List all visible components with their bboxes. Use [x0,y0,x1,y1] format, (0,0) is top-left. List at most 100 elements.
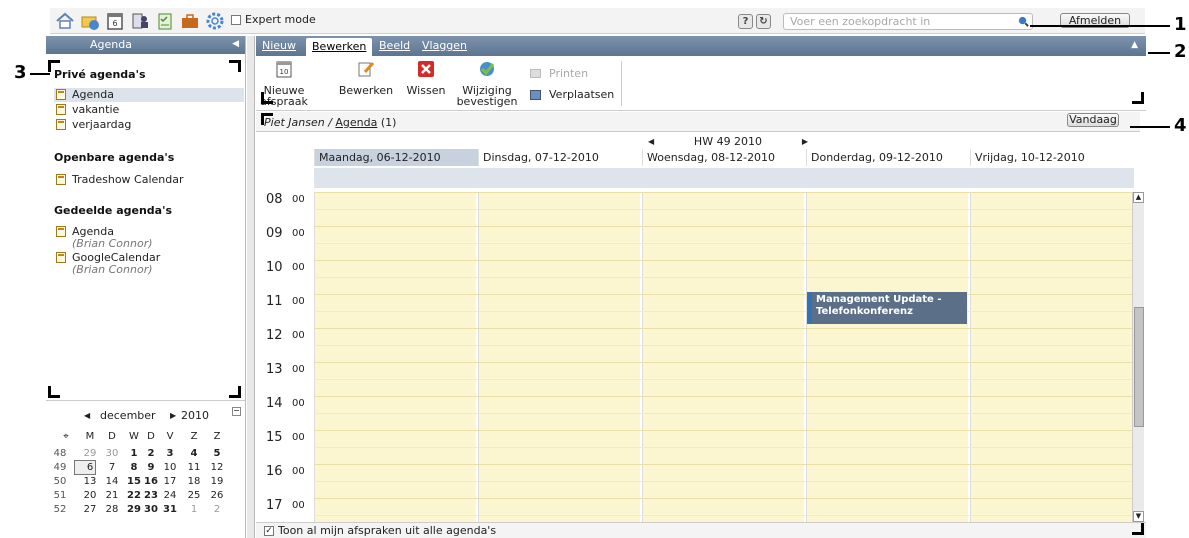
mini-year-label[interactable]: 2010 [181,409,209,422]
mini-day-cell[interactable]: 30 [104,448,120,459]
mini-day-cell[interactable]: 4 [186,448,202,459]
mini-day-cell[interactable]: 10 [162,462,178,473]
settings-icon[interactable] [204,10,226,32]
calendar-icon[interactable]: 6 [104,10,126,32]
select-week-icon[interactable]: ⌖ [58,431,74,442]
show-all-checkbox[interactable]: ✓ [264,526,274,536]
mini-day-cell[interactable]: 25 [186,490,202,501]
calendar-item-verjaardag[interactable]: verjaardag [54,118,244,132]
mini-day-cell[interactable]: 23 [143,490,159,501]
mini-day-cell[interactable]: 5 [209,448,225,459]
mini-week-number[interactable]: 52 [52,504,68,515]
day-header-friday[interactable]: Vrijdag, 10-12-2010 [970,149,1134,166]
mini-week-number[interactable]: 51 [52,490,68,501]
move-button[interactable]: Verplaatsen [530,88,614,101]
delete-button[interactable]: Wissen [404,60,448,96]
prev-month-icon[interactable]: ◀ [84,411,90,420]
day-header-monday[interactable]: Maandag, 06-12-2010 [314,149,478,166]
help-button[interactable]: ? [738,14,753,29]
collapse-ribbon-icon[interactable]: ▲ [1131,40,1138,50]
mini-day-cell[interactable]: 24 [162,490,178,501]
grid-scrollbar[interactable]: ▲ ▼ [1132,192,1144,522]
prev-week-icon[interactable]: ◀ [648,137,654,146]
infostore-icon[interactable] [179,10,201,32]
day-header-tuesday[interactable]: Dinsdag, 07-12-2010 [478,149,642,166]
mini-day-cell[interactable]: 31 [162,504,178,515]
mini-day-cell[interactable]: 6 [82,462,98,473]
mini-day-cell[interactable]: 26 [209,490,225,501]
day-column[interactable] [478,192,640,522]
mini-month-label[interactable]: december [100,409,156,422]
mini-day-cell[interactable]: 3 [162,448,178,459]
scroll-down-icon[interactable]: ▼ [1133,511,1144,522]
refresh-button[interactable]: ↻ [756,14,771,29]
calendar-item-shared-google[interactable]: GoogleCalendar (Brian Connor) [54,251,244,275]
all-day-row[interactable] [314,168,1134,188]
bracket-corner [48,386,60,398]
mini-day-cell[interactable]: 22 [126,490,142,501]
mini-day-cell[interactable]: 11 [186,462,202,473]
calendar-item-agenda[interactable]: Agenda [54,88,244,102]
mini-day-cell[interactable]: 2 [143,448,159,459]
tab-nieuw[interactable]: Nieuw [262,39,296,52]
mail-icon[interactable] [79,10,101,32]
tasks-icon[interactable] [154,10,176,32]
day-column[interactable] [970,192,1132,522]
time-grid[interactable]: 08 00 09 00 10 00 11 00 12 00 13 00 14 00 15 00 16 00 17 00… [256,192,1132,522]
hour-line [314,362,1132,363]
mini-week-number[interactable]: 48 [52,448,68,459]
panel-splitter[interactable] [247,36,255,538]
collapse-panel-icon[interactable]: ◀ [232,39,239,49]
mini-day-cell[interactable]: 28 [104,504,120,515]
home-icon[interactable] [54,10,76,32]
mini-day-cell[interactable]: 15 [126,476,142,487]
mini-day-cell[interactable]: 1 [126,448,142,459]
tab-beeld[interactable]: Beeld [379,39,410,52]
calendar-item-shared-agenda[interactable]: Agenda (Brian Connor) [54,225,244,249]
mini-day-cell[interactable]: 19 [209,476,225,487]
edit-button[interactable]: Bewerken [338,60,394,96]
mini-day-cell[interactable]: 27 [82,504,98,515]
day-column[interactable] [806,192,968,522]
today-button[interactable]: Vandaag [1067,113,1119,127]
mini-day-cell[interactable]: 9 [143,462,159,473]
day-column[interactable] [642,192,804,522]
mini-day-cell[interactable]: 7 [104,462,120,473]
calendar-item-tradeshow[interactable]: Tradeshow Calendar [54,173,244,187]
scroll-up-icon[interactable]: ▲ [1133,192,1144,203]
calendar-item-vakantie[interactable]: vakantie [54,103,244,117]
mini-day-cell[interactable]: 14 [104,476,120,487]
search-icon[interactable] [1018,16,1029,27]
mini-day-cell[interactable]: 1 [186,504,202,515]
mini-day-cell[interactable]: 8 [126,462,142,473]
next-month-icon[interactable]: ▶ [170,411,176,420]
mini-day-cell[interactable]: 18 [186,476,202,487]
mini-week-number[interactable]: 49 [52,462,68,473]
search-input[interactable]: Voer een zoekopdracht in [783,13,1033,30]
confirm-change-button[interactable]: Wijziging bevestigen [456,60,518,107]
mini-day-cell[interactable]: 30 [143,504,159,515]
mini-day-cell[interactable]: 2 [209,504,225,515]
expert-mode-checkbox[interactable] [231,15,241,25]
mini-day-cell[interactable]: 17 [162,476,178,487]
day-header-wednesday[interactable]: Woensdag, 08-12-2010 [642,149,806,166]
collapse-minical-icon[interactable]: − [232,407,241,416]
tab-bewerken[interactable]: Bewerken [306,38,373,56]
contacts-icon[interactable] [129,10,151,32]
day-header-thursday[interactable]: Donderdag, 09-12-2010 [806,149,970,166]
mini-week-number[interactable]: 50 [52,476,68,487]
mini-day-cell[interactable]: 29 [82,448,98,459]
mini-day-cell[interactable]: 21 [104,490,120,501]
scroll-thumb[interactable] [1134,307,1144,427]
appointment-event[interactable]: Management Update - Telefonkonferenz [807,292,967,324]
mini-day-cell[interactable]: 16 [143,476,159,487]
mini-day-cell[interactable]: 13 [82,476,98,487]
mini-day-cell[interactable]: 20 [82,490,98,501]
mini-day-cell[interactable]: 12 [209,462,225,473]
print-button[interactable]: Printen [530,67,588,80]
breadcrumb-folder-link[interactable]: Agenda [335,116,377,129]
next-week-icon[interactable]: ▶ [802,137,808,146]
tab-vlaggen[interactable]: Vlaggen [422,39,467,52]
mini-day-cell[interactable]: 29 [126,504,142,515]
day-column[interactable] [314,192,476,522]
